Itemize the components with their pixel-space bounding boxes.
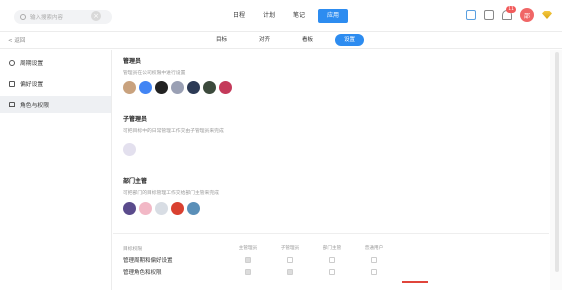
sidebar-item-preferences[interactable]: 偏好设置 [0, 75, 111, 92]
member-avatar[interactable] [203, 81, 216, 94]
back-link[interactable]: < 返回 [8, 36, 25, 44]
member-avatar[interactable] [155, 202, 168, 215]
column-header: 普通用户 [364, 246, 384, 251]
section-title-subadmin: 子管理员 [123, 116, 148, 123]
tab-notes[interactable]: 笔记 [284, 9, 314, 23]
tab-schedule[interactable]: 日程 [224, 9, 254, 23]
dept-head-avatars [123, 202, 200, 215]
table-row: 管理角色和权限 [123, 266, 543, 278]
top-right-actions: 11 邵 [466, 6, 552, 22]
tab-apps[interactable]: 应用 [318, 9, 349, 23]
sidebar-item-label: 周期设置 [20, 61, 44, 67]
command-icon [9, 80, 15, 87]
search-icon [20, 14, 26, 20]
permission-name: 管理周期和偏好设置 [123, 258, 173, 264]
refresh-icon[interactable] [466, 10, 476, 20]
permission-checkbox[interactable] [371, 257, 377, 263]
document-icon[interactable] [484, 10, 494, 20]
member-avatar[interactable] [123, 81, 136, 94]
section-title-admin: 管理员 [123, 58, 142, 65]
section-desc-admin: 管理员在公司权限中进行设置 [123, 71, 186, 76]
section-divider [113, 233, 549, 234]
table-row: 管理周期和偏好设置 [123, 254, 543, 266]
column-header: 目标权限 [123, 246, 143, 252]
tab-board[interactable]: 看板 [286, 34, 329, 46]
user-avatar[interactable]: 邵 [520, 8, 534, 22]
admin-avatars [123, 81, 232, 94]
section-desc-subadmin: 可把目标中的日常管理工作交由子管理员来完成 [123, 129, 224, 134]
column-header: 部门主管 [322, 246, 342, 251]
permission-checkbox[interactable] [329, 269, 335, 275]
section-desc-dept-head: 可把部门的目标管理工作交给部门主管来完成 [123, 191, 219, 196]
permission-checkbox[interactable] [245, 269, 251, 275]
sub-nav-bar: < 返回 目标 对齐 看板 设置 [0, 32, 562, 49]
sidebar-item-label: 角色与权限 [20, 103, 49, 109]
member-avatar[interactable] [139, 81, 152, 94]
column-header: 主管理员 [238, 246, 258, 251]
tab-settings[interactable]: 设置 [335, 34, 365, 46]
permissions-table: 目标权限 主管理员 子管理员 部门主管 普通用户 管理周期和偏好设置 管理角色和… [123, 242, 543, 278]
search-placeholder: 输入搜索内容 [30, 15, 64, 21]
settings-sidebar: 周期设置 偏好设置 角色与权限 [0, 50, 112, 290]
member-avatar[interactable] [139, 202, 152, 215]
top-bar: 输入搜索内容 × 日程 计划 笔记 应用 11 邵 [0, 0, 562, 32]
section-title-dept-head: 部门主管 [123, 178, 148, 185]
permission-checkbox[interactable] [245, 257, 251, 263]
member-avatar[interactable] [187, 202, 200, 215]
tab-align[interactable]: 对齐 [243, 34, 286, 46]
clock-icon [9, 59, 15, 66]
lock-icon [9, 102, 15, 107]
app-window: 输入搜索内容 × 日程 计划 笔记 应用 11 邵 < 返回 目标 对齐 看板 … [0, 0, 562, 290]
bell-icon[interactable]: 11 [502, 6, 516, 20]
column-header: 子管理员 [280, 246, 300, 251]
clear-search-button[interactable]: × [91, 11, 101, 21]
subadmin-avatars [123, 143, 136, 156]
sub-tabs: 目标 对齐 看板 设置 [200, 34, 365, 46]
permission-checkbox[interactable] [371, 269, 377, 275]
permission-name: 管理角色和权限 [123, 270, 162, 276]
indicator-mark [402, 281, 428, 283]
notification-badge: 11 [506, 6, 516, 13]
member-avatar[interactable] [123, 143, 136, 156]
diamond-icon[interactable] [542, 11, 552, 19]
tab-goals[interactable]: 目标 [200, 34, 243, 46]
permission-checkbox[interactable] [287, 257, 293, 263]
table-header-row: 目标权限 主管理员 子管理员 部门主管 普通用户 [123, 242, 543, 254]
member-avatar[interactable] [171, 81, 184, 94]
member-avatar[interactable] [171, 202, 184, 215]
top-nav: 日程 计划 笔记 应用 [224, 9, 349, 23]
permission-checkbox[interactable] [329, 257, 335, 263]
sidebar-item-label: 偏好设置 [20, 82, 44, 88]
member-avatar[interactable] [155, 81, 168, 94]
permission-checkbox[interactable] [287, 269, 293, 275]
tab-plan[interactable]: 计划 [254, 9, 284, 23]
scrollbar-thumb[interactable] [555, 52, 559, 272]
sidebar-item-roles[interactable]: 角色与权限 [0, 96, 111, 113]
member-avatar[interactable] [219, 81, 232, 94]
main-content: 管理员 管理员在公司权限中进行设置 子管理员 可把目标中的日常管理工作交由子管理… [113, 50, 549, 290]
member-avatar[interactable] [123, 202, 136, 215]
sidebar-item-cycle[interactable]: 周期设置 [0, 54, 111, 71]
member-avatar[interactable] [187, 81, 200, 94]
